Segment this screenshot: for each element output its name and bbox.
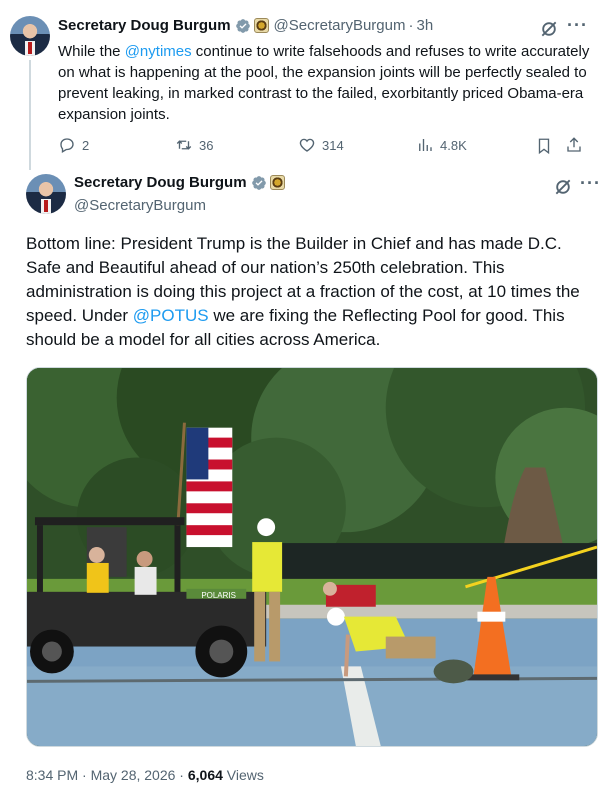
post-text: Bottom line: President Trump is the Buil… bbox=[26, 234, 580, 349]
author-row: Secretary Doug Burgum bbox=[74, 174, 285, 191]
grok-icon[interactable] bbox=[539, 19, 559, 39]
verified-badge-icon bbox=[235, 18, 250, 33]
like-button[interactable]: 314 bbox=[298, 136, 344, 154]
main-tweet[interactable]: Secretary Doug Burgum @SecretaryBurgum ·… bbox=[0, 170, 612, 800]
grok-icon[interactable] bbox=[553, 177, 573, 197]
author-row: Secretary Doug Burgum @SecretaryBurgum ·… bbox=[58, 17, 434, 34]
verified-badge-icon bbox=[251, 175, 266, 190]
post-text: While the @nytimes continue to write fal… bbox=[58, 43, 590, 123]
author-handle[interactable]: @SecretaryBurgum bbox=[74, 197, 206, 214]
repost-button[interactable]: 36 bbox=[175, 136, 213, 154]
author-name[interactable]: Secretary Doug Burgum bbox=[58, 17, 231, 34]
repost-icon bbox=[176, 140, 192, 150]
bookmark-icon[interactable] bbox=[535, 137, 553, 155]
vehicle-label: POLARIS bbox=[201, 591, 236, 600]
post-timestamp: 8:34 PM · May 28, 2026 · 6,064 Views bbox=[26, 767, 264, 783]
thread-connector bbox=[29, 60, 31, 170]
post-time[interactable]: 3h bbox=[417, 17, 434, 34]
author-name[interactable]: Secretary Doug Burgum bbox=[74, 174, 247, 191]
share-icon[interactable] bbox=[565, 136, 583, 154]
photo-scene: POLARIS bbox=[27, 368, 597, 746]
affiliate-seal-icon bbox=[269, 175, 285, 190]
view-count: 6,064 bbox=[187, 767, 223, 783]
more-icon[interactable]: ··· bbox=[567, 16, 588, 34]
views-button[interactable]: 4.8K bbox=[416, 136, 467, 154]
more-icon[interactable]: ··· bbox=[580, 174, 601, 192]
mention-link[interactable]: @nytimes bbox=[125, 43, 192, 60]
parent-tweet[interactable]: Secretary Doug Burgum @SecretaryBurgum ·… bbox=[0, 0, 612, 170]
like-icon bbox=[299, 138, 315, 152]
avatar[interactable] bbox=[26, 174, 66, 214]
avatar[interactable] bbox=[10, 16, 50, 56]
views-icon bbox=[419, 139, 432, 151]
mention-link[interactable]: @POTUS bbox=[133, 306, 209, 325]
author-handle[interactable]: @SecretaryBurgum bbox=[274, 17, 406, 34]
post-photo[interactable]: POLARIS bbox=[26, 367, 598, 747]
reply-button[interactable]: 2 bbox=[58, 136, 89, 154]
action-bar: 2 36 314 4.8K bbox=[58, 136, 598, 156]
affiliate-seal-icon bbox=[253, 18, 269, 33]
reply-icon bbox=[60, 138, 74, 153]
